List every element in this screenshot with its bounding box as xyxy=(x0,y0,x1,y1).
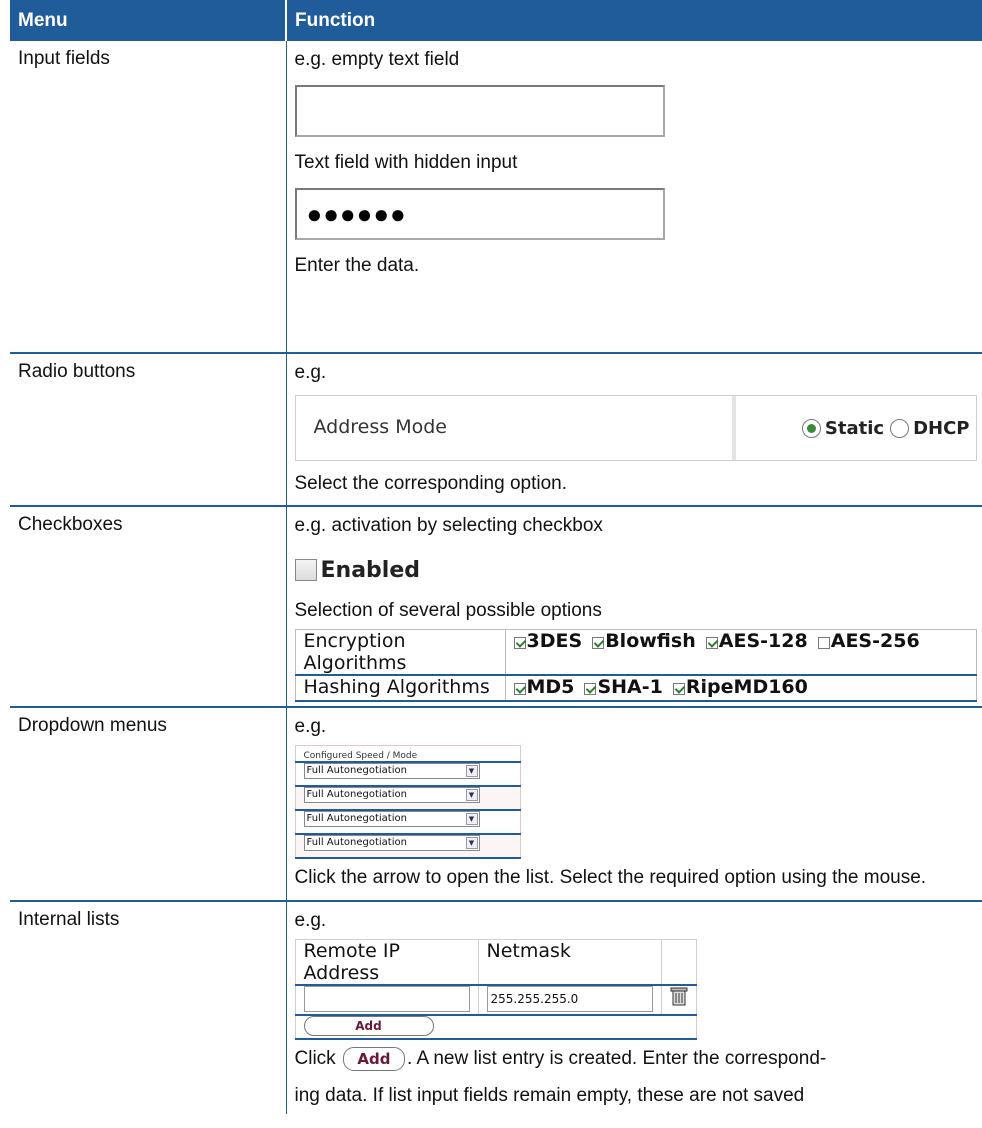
menu-input-fields: Input fields xyxy=(10,41,287,354)
click-text: Click xyxy=(294,1048,336,1069)
row-input-fields: Input fields e.g. empty text field Text … xyxy=(10,41,982,354)
trash-icon[interactable] xyxy=(670,986,688,1006)
input-example-text: e.g. empty text field xyxy=(294,49,460,70)
select-value: Full Autonegotiation xyxy=(306,837,407,848)
cb-aes128[interactable] xyxy=(705,637,718,649)
algorithms-table: Encryption Algorithms 3DES Blowfish AES-… xyxy=(294,629,977,702)
dhcp-radio[interactable] xyxy=(890,418,910,438)
enter-data-text: Enter the data. xyxy=(294,255,420,276)
menu-checkboxes: Checkboxes xyxy=(10,506,287,708)
speed-select-3[interactable]: Full Autonegotiation ▼ xyxy=(303,810,480,827)
remote-ip-input[interactable] xyxy=(303,986,470,1012)
speed-select-1[interactable]: Full Autonegotiation ▼ xyxy=(303,762,480,779)
row-checkboxes: Checkboxes e.g. activation by selecting … xyxy=(10,506,982,708)
inline-add-button: Add xyxy=(342,1046,405,1071)
static-label: Static xyxy=(824,417,885,439)
hidden-input-caption: Text field with hidden input xyxy=(294,152,518,173)
several-options-text: Selection of several possible options xyxy=(294,600,602,621)
cb-ripemd160[interactable] xyxy=(672,683,685,695)
speed-mode-header: Configured Speed / Mode xyxy=(294,745,521,763)
cb-3des[interactable] xyxy=(513,637,526,649)
checkbox-example-text: e.g. activation by selecting checkbox xyxy=(294,515,603,536)
dhcp-label: DHCP xyxy=(913,417,970,439)
enabled-checkbox[interactable] xyxy=(294,559,317,581)
opt-aes128: AES-128 xyxy=(718,630,808,652)
dropdown-instructions: Click the arrow to open the list. Select… xyxy=(294,866,927,888)
chevron-down-icon[interactable]: ▼ xyxy=(465,788,478,801)
cb-sha1[interactable] xyxy=(584,683,597,695)
menu-internal-lists: Internal lists xyxy=(10,901,287,1114)
opt-blowfish: Blowfish xyxy=(605,630,696,652)
netmask-header: Netmask xyxy=(477,939,662,986)
menu-dropdown-menus: Dropdown menus xyxy=(10,707,287,902)
ui-elements-table: Menu Function Input fields e.g. empty te… xyxy=(10,0,982,1114)
select-value: Full Autonegotiation xyxy=(306,765,407,776)
chevron-down-icon[interactable]: ▼ xyxy=(465,836,478,849)
select-value: Full Autonegotiation xyxy=(306,813,407,824)
chevron-down-icon[interactable]: ▼ xyxy=(465,764,478,777)
speed-select-4[interactable]: Full Autonegotiation ▼ xyxy=(303,834,480,851)
encryption-label: Encryption Algorithms xyxy=(294,629,506,676)
chevron-down-icon[interactable]: ▼ xyxy=(465,812,478,825)
opt-aes256: AES-256 xyxy=(830,630,920,652)
opt-md5: MD5 xyxy=(526,676,575,698)
function-header: Function xyxy=(286,0,982,41)
radio-example-text: e.g. xyxy=(294,362,327,383)
row-dropdown-menus: Dropdown menus e.g. Configured Speed / M… xyxy=(10,707,982,902)
speed-mode-table: Configured Speed / Mode Full Autonegotia… xyxy=(294,745,521,859)
select-option-text: Select the corresponding option. xyxy=(294,473,568,494)
internal-example-text: e.g. xyxy=(294,910,327,931)
remote-ip-header: Remote IP Address xyxy=(294,939,479,986)
static-radio[interactable] xyxy=(801,418,821,438)
internal-list-table: Remote IP Address Netmask 255.255.255.0 xyxy=(294,939,697,1040)
cb-aes256[interactable] xyxy=(817,637,830,649)
address-mode-label: Address Mode xyxy=(296,396,736,460)
instructions-rest: . A new list entry is created. Enter the… xyxy=(406,1048,827,1069)
add-button[interactable]: Add xyxy=(303,1016,434,1036)
opt-ripemd160: RipeMD160 xyxy=(685,676,808,698)
enabled-label: Enabled xyxy=(320,557,421,583)
dropdown-example-text: e.g. xyxy=(294,716,327,737)
cb-md5[interactable] xyxy=(513,683,526,695)
speed-select-2[interactable]: Full Autonegotiation ▼ xyxy=(303,786,480,803)
internal-instructions-2: ing data. If list input fields remain em… xyxy=(294,1085,805,1106)
select-value: Full Autonegotiation xyxy=(306,789,407,800)
cb-blowfish[interactable] xyxy=(592,637,605,649)
row-radio-buttons: Radio buttons e.g. Address Mode Static D… xyxy=(10,353,982,507)
password-field[interactable]: ●●●●●● xyxy=(294,188,665,240)
enabled-checkbox-row: Enabled xyxy=(294,548,982,592)
netmask-input[interactable]: 255.255.255.0 xyxy=(486,986,653,1012)
opt-sha1: SHA-1 xyxy=(597,676,663,698)
menu-radio-buttons: Radio buttons xyxy=(10,353,287,507)
row-internal-lists: Internal lists e.g. Remote IP Address Ne… xyxy=(10,901,982,1114)
opt-3des: 3DES xyxy=(526,630,583,652)
empty-text-field[interactable] xyxy=(294,85,665,137)
internal-instructions-1: Click Add. A new list entry is created. … xyxy=(295,1040,982,1077)
hashing-label: Hashing Algorithms xyxy=(294,674,506,702)
menu-header: Menu xyxy=(10,0,287,41)
password-dots: ●●●●●● xyxy=(306,199,407,229)
address-mode-row: Address Mode Static DHCP xyxy=(294,395,977,461)
